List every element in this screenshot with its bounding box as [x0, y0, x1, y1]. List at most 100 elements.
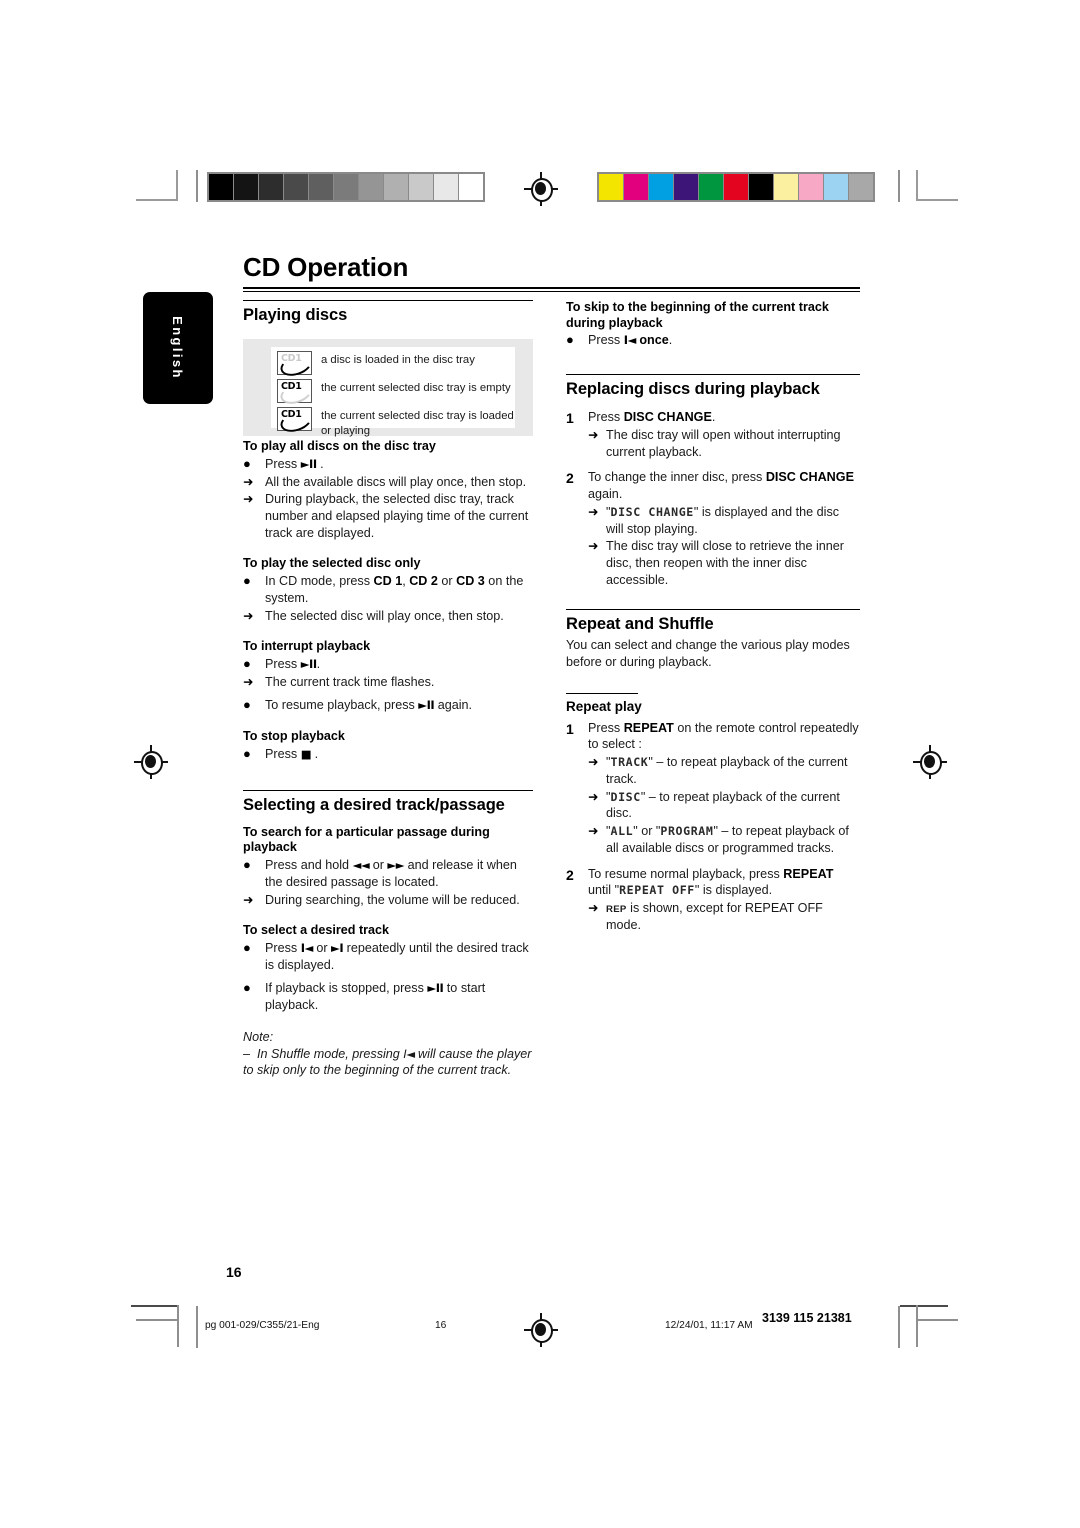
- result-text: "DISC CHANGE" is displayed and the disc …: [606, 504, 840, 536]
- bullet-icon: ●: [243, 939, 251, 955]
- list-item: ➜ During searching, the volume will be r…: [243, 892, 533, 909]
- bullet-icon: ●: [243, 980, 251, 996]
- list-item: CD1 the current selected disc tray is em…: [277, 379, 515, 408]
- color-swatch: [624, 174, 648, 200]
- subheading-interrupt-playback: To interrupt playback: [243, 639, 371, 654]
- crop-mark-top-left-h: [136, 199, 178, 201]
- bullet-icon: ●: [566, 332, 574, 348]
- registration-mark-top: [524, 172, 558, 206]
- list-item: ➜ The selected disc will play once, then…: [243, 608, 533, 625]
- block-play-all-discs: To play all discs on the disc tray ● Pre…: [243, 439, 533, 541]
- footer-document-code: 3139 115 21381: [762, 1311, 852, 1325]
- subheading-repeat-play: Repeat play: [566, 698, 642, 714]
- list-item: 1 Press DISC CHANGE. ➜ The disc tray wil…: [566, 409, 860, 460]
- result-text: The current track time flashes.: [265, 674, 435, 689]
- disc-status-legend: CD1 a disc is loaded in the disc tray CD…: [243, 339, 533, 439]
- selecting-track-rule: [243, 789, 533, 791]
- bullet-icon: ●: [243, 857, 251, 873]
- step-replacing-2: 2 To change the inner disc, press DISC C…: [566, 469, 860, 588]
- list-item: 2 To resume normal playback, press REPEA…: [566, 866, 860, 934]
- crop-guide-right: [898, 170, 900, 202]
- list-item: 2 To change the inner disc, press DISC C…: [566, 469, 860, 588]
- arrow-icon: ➜: [243, 674, 254, 689]
- list-item: ● In CD mode, press CD 1, CD 2 or CD 3 o…: [243, 573, 533, 606]
- instruction-text: To change the inner disc, press DISC CHA…: [588, 470, 854, 502]
- list-item: ● To resume playback, press ►II again.: [243, 697, 533, 714]
- legend-text: the current selected disc tray is empty: [321, 382, 511, 394]
- disc-empty-icon: CD1: [277, 379, 315, 408]
- bullet-icon: ●: [243, 745, 251, 761]
- grayscale-swatch: [459, 174, 483, 200]
- crop-guide-bottom-right: [898, 1306, 900, 1348]
- legend-text: a disc is loaded in the disc tray: [321, 354, 475, 366]
- lcd-display-text: DISC CHANGE: [610, 504, 694, 519]
- arrow-icon: ➜: [588, 427, 599, 442]
- grayscale-calibration-bar: [207, 172, 485, 202]
- result-text: REP is shown, except for REPEAT OFF mode…: [606, 901, 823, 932]
- replacing-discs-rule: [566, 374, 860, 376]
- result-text: "TRACK" – to repeat playback of the curr…: [606, 755, 848, 786]
- repeat-shuffle-intro: You can select and change the various pl…: [566, 638, 850, 670]
- crop-mark-top-left-v: [176, 170, 178, 200]
- block-search-passage: To search for a particular passage durin…: [243, 825, 533, 908]
- step-number: 1: [566, 410, 574, 427]
- color-swatch: [824, 174, 848, 200]
- instruction-text: Press DISC CHANGE.: [588, 410, 716, 425]
- list-item: 1 Press REPEAT on the remote control rep…: [566, 720, 860, 857]
- list-item: ➜ REP is shown, except for REPEAT OFF mo…: [588, 900, 860, 933]
- list-item: ● If playback is stopped, press ►II to s…: [243, 980, 533, 1013]
- right-column: To skip to the beginning of the current …: [566, 300, 860, 942]
- result-text: During playback, the selected disc tray,…: [265, 492, 529, 540]
- bullet-icon: ●: [243, 455, 251, 471]
- list-item: ➜ During playback, the selected disc tra…: [243, 491, 533, 541]
- list-item: ➜ The current track time flashes.: [243, 674, 533, 691]
- arrow-icon: ➜: [588, 755, 599, 770]
- grayscale-swatch: [309, 174, 333, 200]
- bullet-icon: ●: [243, 655, 251, 671]
- instruction-text: In CD mode, press CD 1, CD 2 or CD 3 on …: [265, 574, 524, 605]
- subheading-play-selected-disc: To play the selected disc only: [243, 556, 421, 571]
- list-item: ● Press ■ .: [243, 746, 533, 763]
- manual-page: CD Operation English Playing discs To pl…: [0, 0, 1080, 1528]
- result-text: The disc tray will close to retrieve the…: [606, 539, 844, 587]
- color-swatch: [749, 174, 773, 200]
- color-swatch: [699, 174, 723, 200]
- step-replacing-1: 1 Press DISC CHANGE. ➜ The disc tray wil…: [566, 409, 860, 460]
- instruction-text: If playback is stopped, press ►II to sta…: [265, 981, 486, 1013]
- instruction-text: Press ■ .: [265, 746, 319, 761]
- note-label: Note:: [243, 1029, 274, 1044]
- subheading-skip-to-beginning: To skip to the beginning of the current …: [566, 300, 829, 330]
- list-item: ➜ "TRACK" – to repeat playback of the cu…: [588, 754, 860, 787]
- subheading-play-all-discs: To play all discs on the disc tray: [243, 439, 436, 453]
- step-number: 2: [566, 866, 574, 883]
- grayscale-swatch: [209, 174, 233, 200]
- result-text: All the available discs will play once, …: [265, 474, 527, 489]
- page-number: 16: [226, 1264, 242, 1280]
- list-item: ● Press ►II .: [243, 456, 533, 473]
- arrow-icon: ➜: [588, 789, 599, 804]
- bullet-icon: ●: [243, 573, 251, 589]
- list-item: CD1 the current selected disc tray is lo…: [277, 407, 515, 439]
- lcd-display-text: PROGRAM: [660, 824, 714, 839]
- subheading-stop-playback: To stop playback: [243, 729, 345, 744]
- instruction-text: Press REPEAT on the remote control repea…: [588, 720, 859, 752]
- color-swatch: [649, 174, 673, 200]
- crop-guide-left: [196, 170, 198, 202]
- heading-selecting-track: Selecting a desired track/passage: [243, 795, 505, 814]
- arrow-icon: ➜: [243, 474, 254, 489]
- subheading-select-track: To select a desired track: [243, 923, 390, 938]
- result-text: The selected disc will play once, then s…: [265, 608, 504, 623]
- registration-mark-bottom: [524, 1313, 558, 1347]
- block-stop-playback: To stop playback ● Press ■ .: [243, 729, 533, 763]
- step-number: 2: [566, 470, 574, 487]
- registration-mark-left: [134, 745, 168, 779]
- instruction-text: To resume normal playback, press REPEAT …: [588, 866, 834, 898]
- list-item: ➜ "DISC" – to repeat playback of the cur…: [588, 789, 860, 822]
- color-swatch: [599, 174, 623, 200]
- arrow-icon: ➜: [588, 539, 599, 554]
- rep-indicator-label: REP: [606, 904, 627, 915]
- crop-mark-bottom-left-corner: [136, 1319, 178, 1321]
